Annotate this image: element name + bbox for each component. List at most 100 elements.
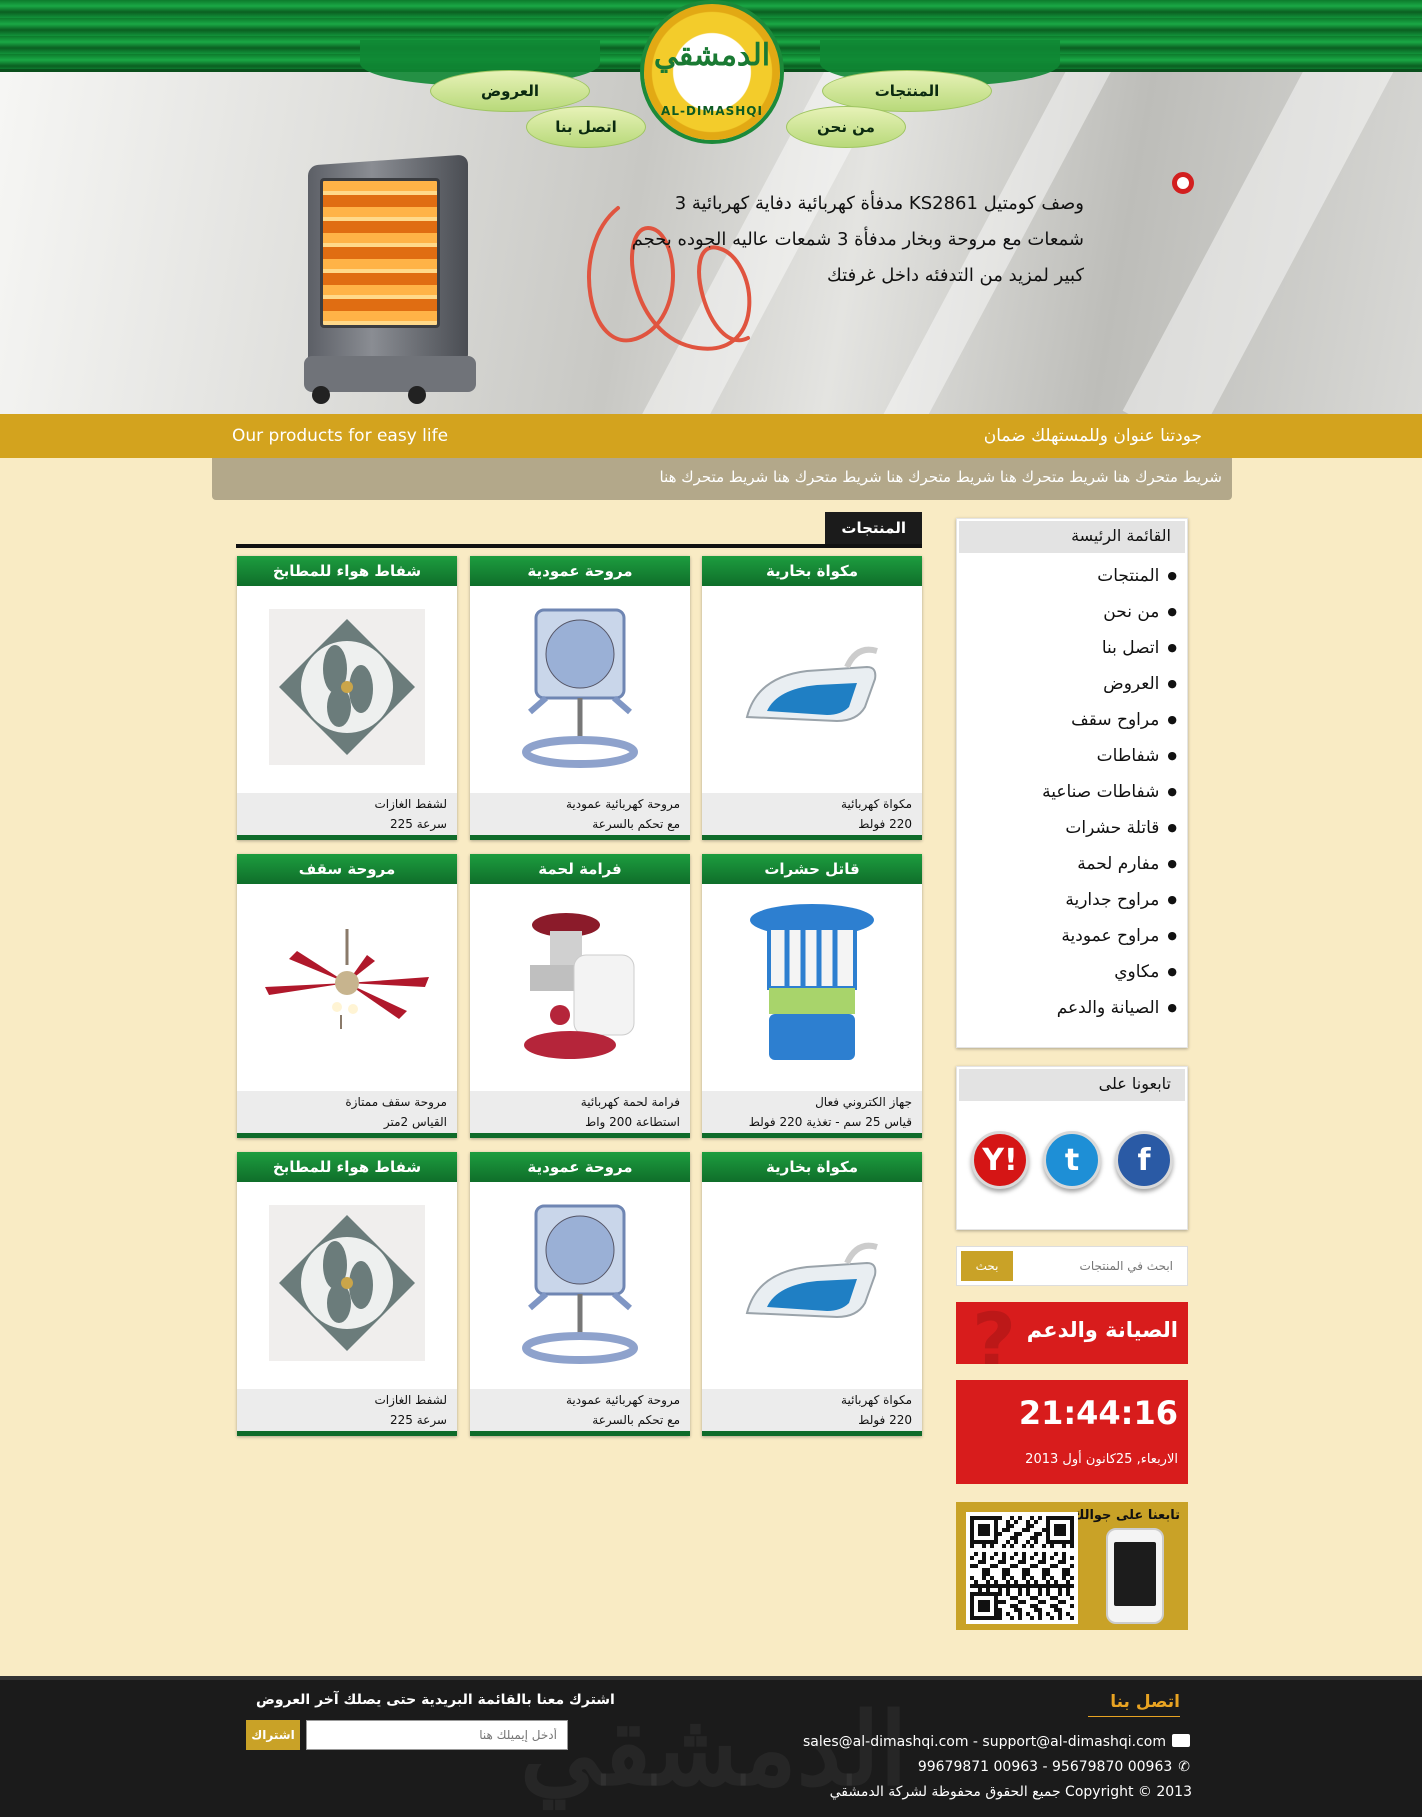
ceiling-fan-icon[interactable] bbox=[255, 896, 439, 1074]
product-description: لشفط الغازات bbox=[374, 797, 448, 811]
product-title[interactable]: قاتل حشرات bbox=[702, 854, 922, 884]
maintenance-banner[interactable]: ? الصيانة والدعم bbox=[956, 1302, 1188, 1364]
footer: الدمشقي اتصل بنا sales@al-dimashqi.com -… bbox=[0, 1676, 1422, 1817]
newsletter-email-input[interactable] bbox=[306, 1720, 568, 1750]
main-menu-title: القائمة الرئيسة bbox=[959, 521, 1185, 553]
footer-phones: 99679871 00963 - 95679870 00963 ✆ bbox=[918, 1759, 1190, 1775]
product-description: مكواة كهربائية bbox=[841, 1393, 912, 1407]
main-menu: المنتجاتمن نحناتصل بناالعروضمراوح سقفشفا… bbox=[957, 555, 1187, 1027]
newsletter-title: اشترك معنا بالقائمة البريدية حتى يصلك آخ… bbox=[256, 1692, 615, 1708]
box-fan-icon[interactable] bbox=[488, 1194, 672, 1372]
search-box: بحث bbox=[956, 1246, 1188, 1286]
product-card[interactable]: فرامة لحمة فرامة لحمة كهربائية استطاعة 200… bbox=[470, 854, 690, 1138]
product-spec: سرعة 225 bbox=[390, 817, 447, 831]
envelope-icon bbox=[1172, 1734, 1190, 1747]
hero-line: وصف كومتيل KS2861 مدفأة كهربائية دفاية ك… bbox=[674, 193, 1084, 214]
product-info: مروحة سقف ممتازة القياس 2متر bbox=[237, 1091, 457, 1133]
facebook-icon[interactable]: f bbox=[1115, 1131, 1173, 1189]
product-card[interactable]: مروحة عمودية مروحة كهربائية عمودية مع تحكم… bbox=[470, 556, 690, 840]
slider-indicator[interactable] bbox=[1172, 172, 1194, 194]
product-description: مكواة كهربائية bbox=[841, 797, 912, 811]
product-title[interactable]: شفاط هواء للمطابخ bbox=[237, 1152, 457, 1182]
sidebar-menu-item[interactable]: شفاطات bbox=[957, 739, 1177, 775]
tagline-english: Our products for easy life bbox=[232, 426, 449, 446]
box-fan-icon[interactable] bbox=[488, 598, 672, 776]
subscribe-button[interactable]: اشتراك bbox=[246, 1720, 300, 1750]
sidebar-menu-item[interactable]: العروض bbox=[957, 667, 1177, 703]
product-title[interactable]: مكواة بخارية bbox=[702, 1152, 922, 1182]
product-card[interactable]: مروحة عمودية مروحة كهربائية عمودية مع تحكم… bbox=[470, 1152, 690, 1436]
meat-grinder-icon[interactable] bbox=[488, 896, 672, 1074]
tagline-bar: جودتنا عنوان وللمستهلك ضمان Our products… bbox=[0, 414, 1422, 458]
sidebar-menu-item[interactable]: مراوح سقف bbox=[957, 703, 1177, 739]
footer-copyright: جميع الحقوق محفوظة لشركة الدمشقي Copyrig… bbox=[829, 1784, 1192, 1800]
social-links: Y! t f bbox=[957, 1103, 1187, 1217]
clock-widget: 21:44:16 الاربعاء, 25كانون أول 2013 bbox=[956, 1380, 1188, 1484]
product-description: لشفط الغازات bbox=[374, 1393, 448, 1407]
search-button[interactable]: بحث bbox=[961, 1251, 1013, 1281]
product-info: لشفط الغازات سرعة 225 bbox=[237, 793, 457, 835]
product-card[interactable]: شفاط هواء للمطابخ لشفط الغازات سرعة 225 bbox=[237, 1152, 457, 1436]
sidebar-menu-item[interactable]: من نحن bbox=[957, 595, 1177, 631]
sidebar-menu-item[interactable]: المنتجات bbox=[957, 559, 1177, 595]
yahoo-icon[interactable]: Y! bbox=[971, 1131, 1029, 1189]
sidebar-menu-item[interactable]: اتصل بنا bbox=[957, 631, 1177, 667]
sidebar-menu-item[interactable]: مفارم لحمة bbox=[957, 847, 1177, 883]
product-card[interactable]: مكواة بخارية مكواة كهربائية 220 فولط bbox=[702, 1152, 922, 1436]
sidebar-menu-item[interactable]: مكاوي bbox=[957, 955, 1177, 991]
sidebar-menu-item[interactable]: الصيانة والدعم bbox=[957, 991, 1177, 1027]
sidebar-menu-item[interactable]: مراوح جدارية bbox=[957, 883, 1177, 919]
product-info: فرامة لحمة كهربائية استطاعة 200 واط bbox=[470, 1091, 690, 1133]
clock-date: الاربعاء, 25كانون أول 2013 bbox=[1025, 1452, 1178, 1467]
follow-us-box: تابعونا على Y! t f bbox=[956, 1066, 1188, 1230]
nav-contact[interactable]: اتصل بنا bbox=[526, 106, 646, 148]
exhaust-fan-icon[interactable] bbox=[255, 598, 439, 776]
news-ticker: شريط متحرك هنا شريط متحرك هنا شريط متحرك… bbox=[212, 458, 1232, 500]
product-card[interactable]: شفاط هواء للمطابخ لشفط الغازات سرعة 225 bbox=[237, 556, 457, 840]
product-card[interactable]: مروحة سقف مروحة سقف ممتازة القياس 2متر bbox=[237, 854, 457, 1138]
sidebar-menu-item[interactable]: شفاطات صناعية bbox=[957, 775, 1177, 811]
product-spec: مع تحكم بالسرعة bbox=[592, 817, 680, 831]
nav-offers[interactable]: العروض bbox=[430, 70, 590, 112]
insect-killer-icon[interactable] bbox=[720, 896, 904, 1074]
tagline-arabic: جودتنا عنوان وللمستهلك ضمان bbox=[983, 426, 1202, 446]
question-icon: ? bbox=[972, 1302, 1017, 1364]
product-title[interactable]: شفاط هواء للمطابخ bbox=[237, 556, 457, 586]
search-input[interactable] bbox=[1013, 1251, 1183, 1281]
product-title[interactable]: مروحة عمودية bbox=[470, 556, 690, 586]
product-spec: القياس 2متر bbox=[383, 1115, 447, 1129]
hero-line: شمعات مع مروحة وبخار مدفأة 3 شمعات عاليه… bbox=[631, 229, 1084, 250]
mobile-label: تابعنا على جوالك bbox=[1072, 1508, 1180, 1523]
product-info: مروحة كهربائية عمودية مع تحكم بالسرعة bbox=[470, 793, 690, 835]
nav-about[interactable]: من نحن bbox=[786, 106, 906, 148]
steam-iron-icon[interactable] bbox=[720, 1194, 904, 1372]
maintenance-label: الصيانة والدعم bbox=[1026, 1318, 1178, 1342]
logo-english: AL-DIMASHQI bbox=[661, 104, 763, 118]
steam-iron-icon[interactable] bbox=[720, 598, 904, 776]
product-title[interactable]: مروحة سقف bbox=[237, 854, 457, 884]
twitter-icon[interactable]: t bbox=[1043, 1131, 1101, 1189]
phones-text: 99679871 00963 - 95679870 00963 bbox=[917, 1759, 1173, 1775]
products-heading: المنتجات bbox=[825, 512, 922, 544]
footer-emails: sales@al-dimashqi.com - support@al-dimas… bbox=[803, 1734, 1190, 1750]
main-menu-box: القائمة الرئيسة المنتجاتمن نحناتصل بناال… bbox=[956, 518, 1188, 1048]
product-spec: مع تحكم بالسرعة bbox=[592, 1413, 680, 1427]
product-card[interactable]: مكواة بخارية مكواة كهربائية 220 فولط bbox=[702, 556, 922, 840]
mobile-follow-banner[interactable]: تابعنا على جوالك bbox=[956, 1502, 1188, 1630]
sidebar-menu-item[interactable]: قاتلة حشرات bbox=[957, 811, 1177, 847]
exhaust-fan-icon[interactable] bbox=[255, 1194, 439, 1372]
product-title[interactable]: مكواة بخارية bbox=[702, 556, 922, 586]
product-spec: قياس 25 سم - تغذية 220 فولط bbox=[748, 1115, 912, 1129]
product-info: مكواة كهربائية 220 فولط bbox=[702, 1389, 922, 1431]
sidebar-menu-item[interactable]: مراوح عمودية bbox=[957, 919, 1177, 955]
products-header: المنتجات bbox=[236, 512, 922, 548]
product-title[interactable]: فرامة لحمة bbox=[470, 854, 690, 884]
site-logo[interactable]: الدمشقي AL-DIMASHQI bbox=[644, 4, 780, 140]
product-spec: استطاعة 200 واط bbox=[585, 1115, 680, 1129]
product-card[interactable]: قاتل حشرات جهاز الكتروني فعال قياس 25 سم -… bbox=[702, 854, 922, 1138]
emails-text[interactable]: sales@al-dimashqi.com - support@al-dimas… bbox=[803, 1734, 1166, 1750]
product-title[interactable]: مروحة عمودية bbox=[470, 1152, 690, 1182]
smartphone-icon bbox=[1106, 1528, 1164, 1624]
product-info: مروحة كهربائية عمودية مع تحكم بالسرعة bbox=[470, 1389, 690, 1431]
clock-time: 21:44:16 bbox=[1018, 1394, 1178, 1432]
